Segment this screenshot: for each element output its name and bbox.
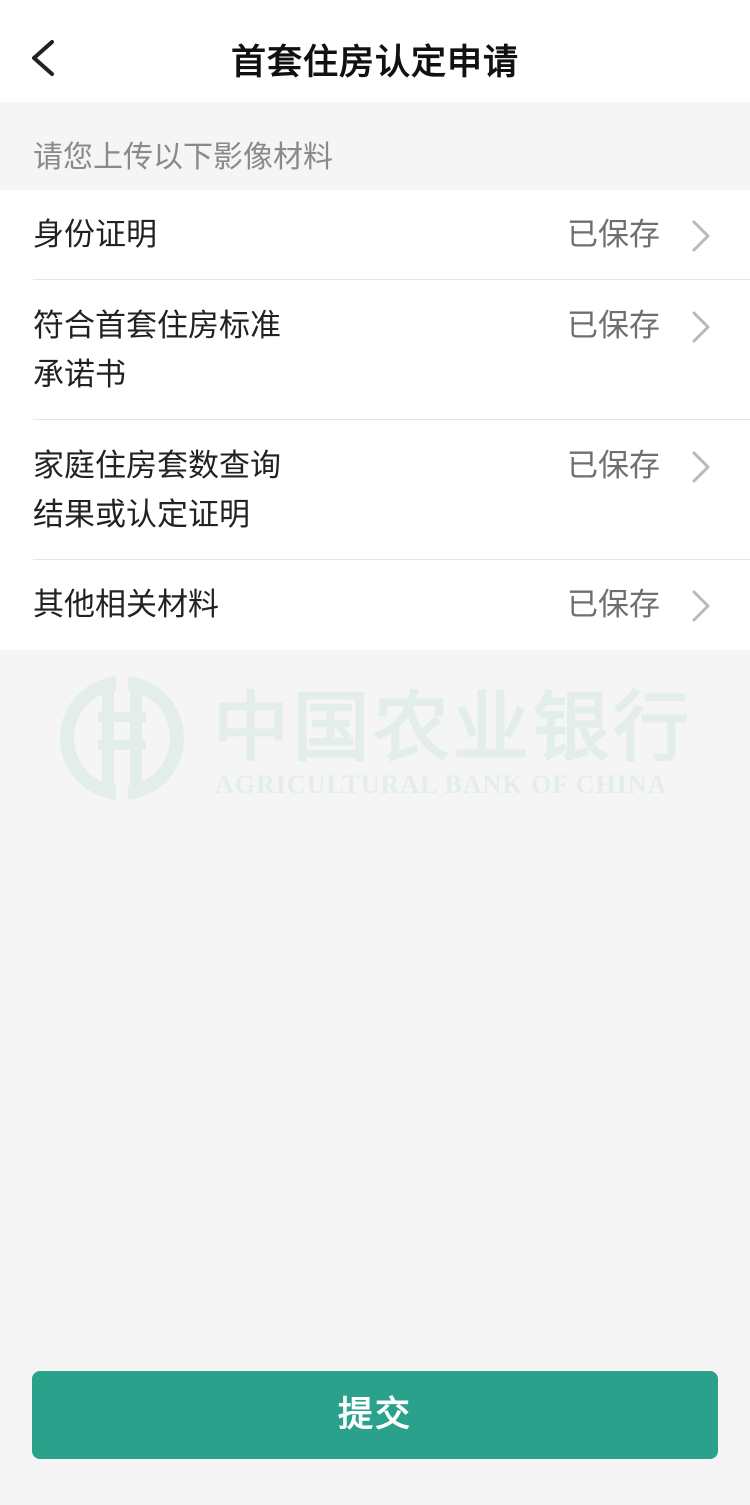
material-label-line-1: 家庭住房套数查询 xyxy=(33,448,281,484)
material-row-id-proof[interactable]: 身份证明 已保存 xyxy=(0,190,750,280)
material-status: 已保存 xyxy=(567,308,660,344)
chevron-right-icon xyxy=(692,451,710,483)
chevron-right-icon xyxy=(692,220,710,252)
materials-list: 身份证明 已保存 符合首套住房标准 承诺书 已保存 家庭住房套数查询 结果或认定… xyxy=(0,190,750,650)
material-label: 身份证明 xyxy=(33,217,157,253)
material-row-housing-query-result[interactable]: 家庭住房套数查询 结果或认定证明 已保存 xyxy=(0,420,750,560)
material-label-line-2: 承诺书 xyxy=(33,357,126,393)
material-row-commitment-letter[interactable]: 符合首套住房标准 承诺书 已保存 xyxy=(0,280,750,420)
bank-watermark: 中国农业银行 AGRICULTURAL BANK OF CHINA xyxy=(58,672,698,812)
upload-hint-text: 请您上传以下影像材料 xyxy=(33,140,333,175)
chevron-right-icon xyxy=(692,311,710,343)
abc-logo-icon xyxy=(60,676,184,800)
chevron-right-icon xyxy=(692,590,710,622)
submit-button[interactable]: 提交 xyxy=(32,1371,718,1459)
material-status: 已保存 xyxy=(567,587,660,623)
material-label: 其他相关材料 xyxy=(33,587,219,623)
watermark-name-en: AGRICULTURAL BANK OF CHINA xyxy=(215,770,668,799)
material-label-line-1: 符合首套住房标准 xyxy=(33,308,281,344)
material-row-other[interactable]: 其他相关材料 已保存 xyxy=(0,560,750,650)
top-nav-bar: 首套住房认定申请 xyxy=(0,0,750,102)
material-status: 已保存 xyxy=(567,448,660,484)
material-label-line-2: 结果或认定证明 xyxy=(33,497,250,533)
material-status: 已保存 xyxy=(567,217,660,253)
page-title: 首套住房认定申请 xyxy=(230,43,519,83)
watermark-name-cn: 中国农业银行 xyxy=(213,683,693,772)
section-hint: 请您上传以下影像材料 xyxy=(0,102,750,190)
